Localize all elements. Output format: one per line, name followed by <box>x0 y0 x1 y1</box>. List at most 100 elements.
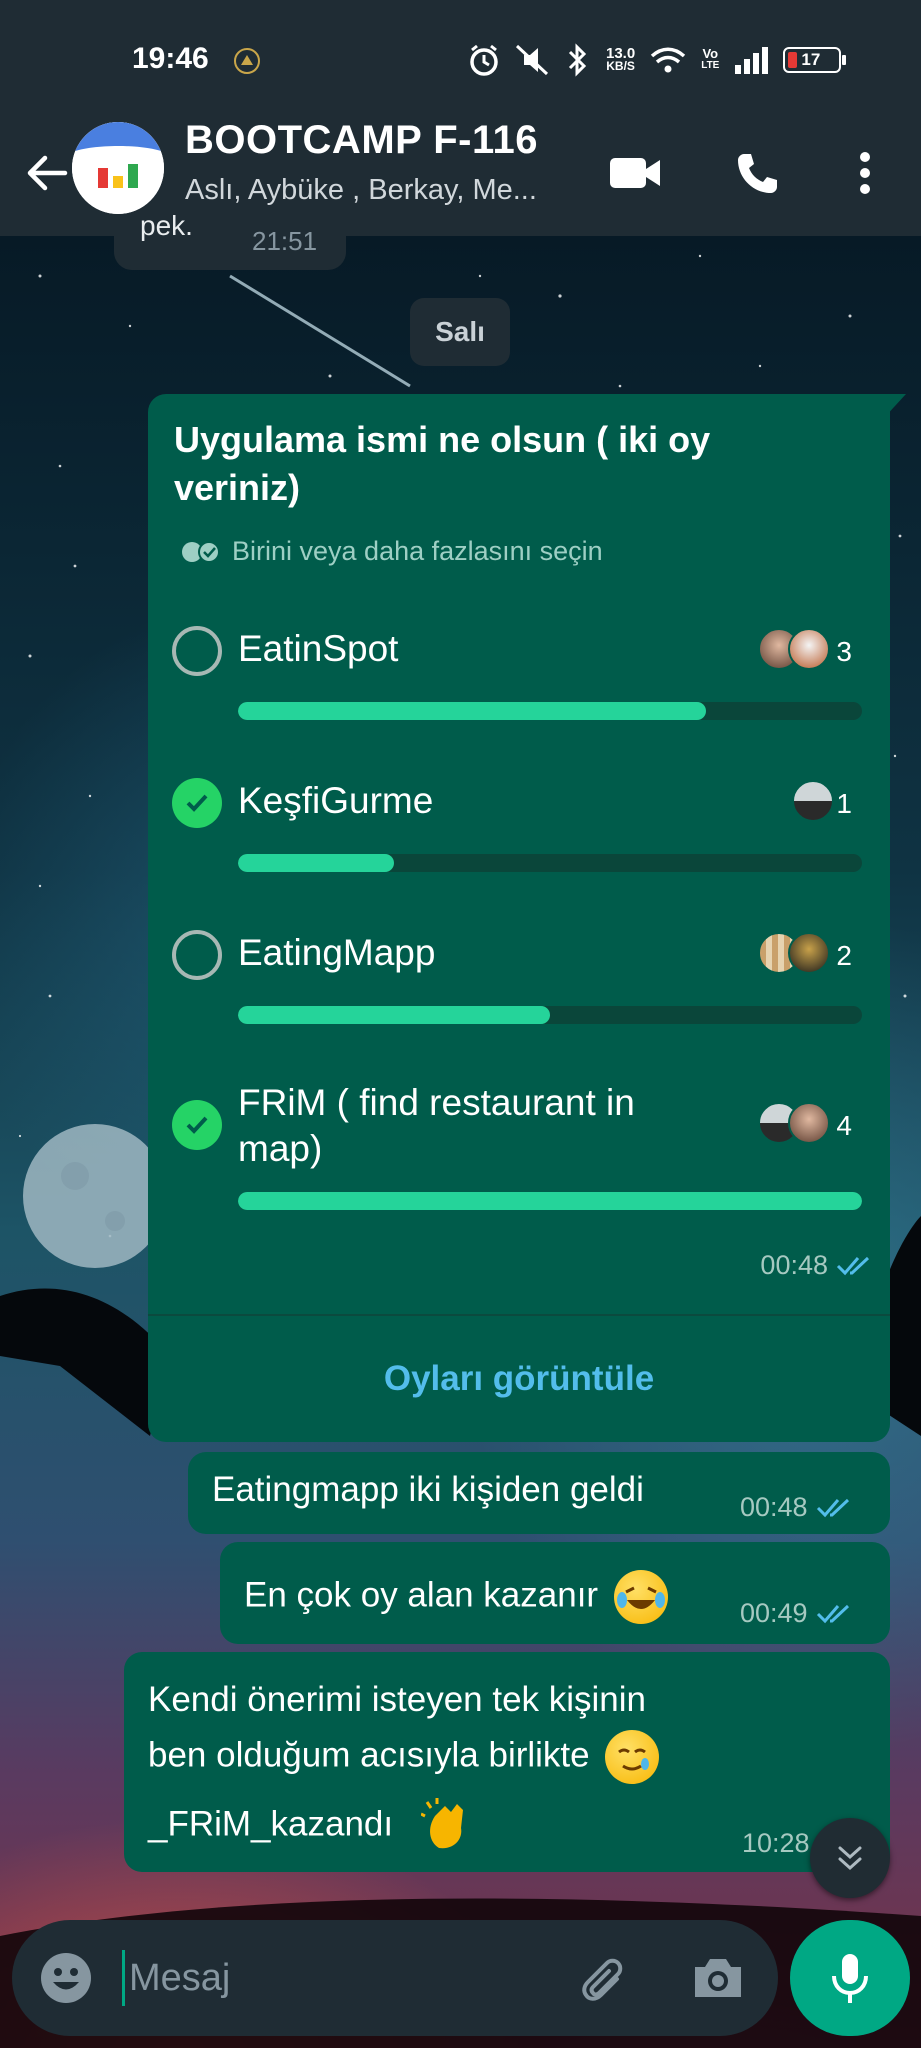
poll-option[interactable]: EatingMapp 2 <box>172 928 872 1028</box>
group-avatar[interactable] <box>72 122 164 214</box>
message-line-1: Kendi önerimi isteyen tek kişinin <box>148 1680 647 1719</box>
group-title[interactable]: BOOTCAMP F-116 <box>185 118 538 163</box>
message-line-2: ben olduğum acısıyla birlikte <box>148 1735 590 1775</box>
lte-indicator: Vo LTE <box>701 46 720 72</box>
option-progress <box>238 854 862 872</box>
check-icon <box>186 1116 208 1134</box>
option-progress <box>238 702 862 720</box>
option-radio-checked[interactable] <box>172 1100 222 1150</box>
net-speed: 13.0 KB/S <box>606 46 635 73</box>
message-timestamp: 00:49 <box>740 1598 856 1629</box>
option-label: EatingMapp <box>238 932 436 973</box>
double-check-icon <box>836 1256 870 1275</box>
avatar <box>792 780 834 822</box>
option-votes: 2 <box>836 940 852 971</box>
option-radio[interactable] <box>172 626 222 676</box>
option-votes: 4 <box>836 1110 852 1141</box>
message-time: 00:48 <box>740 1492 808 1522</box>
avatar <box>788 1102 830 1144</box>
attach-button[interactable] <box>570 1948 630 2008</box>
voter-avatars[interactable] <box>792 780 834 822</box>
poll-hint-text: Birini veya daha fazlasını seçin <box>232 536 603 566</box>
option-progress-fill <box>238 1006 550 1024</box>
option-progress-fill <box>238 854 394 872</box>
message-line-3: _FRiM_kazandı <box>148 1804 394 1844</box>
more-vert-icon <box>860 152 870 194</box>
status-time: 19:46 <box>132 42 209 75</box>
video-call-button[interactable] <box>600 138 670 208</box>
multi-select-icon <box>182 540 220 563</box>
voter-avatars[interactable] <box>758 1102 830 1144</box>
message-line-2-row: ben olduğum acısıyla birlikte <box>148 1730 660 1784</box>
option-votes: 1 <box>836 788 852 819</box>
lte-top: Vo <box>702 46 719 61</box>
back-arrow-icon <box>27 155 68 191</box>
option-radio-checked[interactable] <box>172 778 222 828</box>
net-speed-unit: KB/S <box>606 59 635 73</box>
alarm-icon <box>470 44 498 76</box>
scroll-to-bottom-button[interactable] <box>810 1818 890 1898</box>
date-separator: Salı <box>410 298 510 366</box>
double-check-icon <box>816 1498 849 1517</box>
option-radio[interactable] <box>172 930 222 980</box>
mute-icon <box>515 44 549 76</box>
poll-hint: Birini veya daha fazlasını seçin <box>180 536 603 567</box>
message-bubble[interactable]: Eatingmapp iki kişiden geldi 00:48 <box>188 1452 890 1534</box>
message-input[interactable] <box>122 1950 562 2006</box>
previous-message[interactable]: pek. 21:51 <box>114 210 346 270</box>
message-composer <box>12 1920 778 2036</box>
message-line-3-row: _FRiM_kazandı <box>148 1798 477 1854</box>
poll-option[interactable]: FRiM ( find restaurant in map) 4 <box>172 1080 872 1230</box>
option-progress <box>238 1192 862 1210</box>
camera-button[interactable] <box>688 1948 748 2008</box>
option-progress-fill <box>238 1192 862 1210</box>
poll-message[interactable]: Uygulama ismi ne olsun ( iki oy veriniz)… <box>148 394 890 1442</box>
lte-bottom: LTE <box>701 60 720 71</box>
status-bar: 19:46 13.0 KB/S Vo LTE 17 <box>0 0 921 112</box>
message-text: Eatingmapp iki kişiden geldi <box>212 1470 644 1509</box>
group-members[interactable]: Aslı, Aybüke , Berkay, Me... <box>185 174 537 207</box>
voice-call-button[interactable] <box>722 138 792 208</box>
bluetooth-icon <box>568 43 587 77</box>
avatar <box>788 932 830 974</box>
phone-icon <box>738 154 777 193</box>
group-logo-icon <box>72 122 164 214</box>
voter-avatars[interactable] <box>758 932 830 974</box>
previous-message-time: 21:51 <box>252 226 318 256</box>
message-text-row: En çok oy alan kazanır <box>244 1570 668 1624</box>
back-button[interactable] <box>16 142 78 204</box>
avatar <box>788 628 830 670</box>
attach-icon <box>582 1958 623 2001</box>
laughing-emoji-icon <box>613 1570 668 1624</box>
message-bubble[interactable]: En çok oy alan kazanır 00:49 <box>220 1542 890 1644</box>
previous-message-text: pek. <box>140 210 193 241</box>
view-votes-button[interactable]: Oyları görüntüle <box>148 1316 890 1442</box>
option-votes: 3 <box>836 636 852 667</box>
option-progress-fill <box>238 702 706 720</box>
clapping-hands-emoji-icon <box>420 1798 477 1854</box>
status-icons: 13.0 KB/S Vo LTE 17 <box>468 40 847 80</box>
poll-question: Uygulama ismi ne olsun ( iki oy veriniz) <box>174 419 711 508</box>
signal-icon <box>735 47 769 74</box>
emoji-icon <box>41 1953 91 2003</box>
more-options-button[interactable] <box>830 138 900 208</box>
poll-option[interactable]: EatinSpot 3 <box>172 624 872 724</box>
message-text: En çok oy alan kazanır <box>244 1575 599 1615</box>
wifi-icon <box>651 47 686 73</box>
voice-message-button[interactable] <box>790 1920 910 2036</box>
smiling-tear-emoji-icon <box>605 1730 660 1784</box>
voter-avatars[interactable] <box>758 628 830 670</box>
check-icon <box>186 794 208 812</box>
emoji-button[interactable] <box>36 1948 96 2008</box>
message-time: 00:49 <box>740 1598 808 1628</box>
mic-icon <box>832 1954 868 2003</box>
option-label: FRiM ( find restaurant in map) <box>238 1082 635 1169</box>
option-label: EatinSpot <box>238 628 399 669</box>
option-progress <box>238 1006 862 1024</box>
battery-level: 17 <box>801 50 821 69</box>
camera-icon <box>695 1959 741 1997</box>
message-bubble[interactable]: Kendi önerimi isteyen tek kişinin ben ol… <box>124 1652 890 1872</box>
poll-option[interactable]: KeşfiGurme 1 <box>172 776 872 876</box>
message-time: 10:28 <box>742 1828 810 1858</box>
notification-icon <box>234 48 260 74</box>
